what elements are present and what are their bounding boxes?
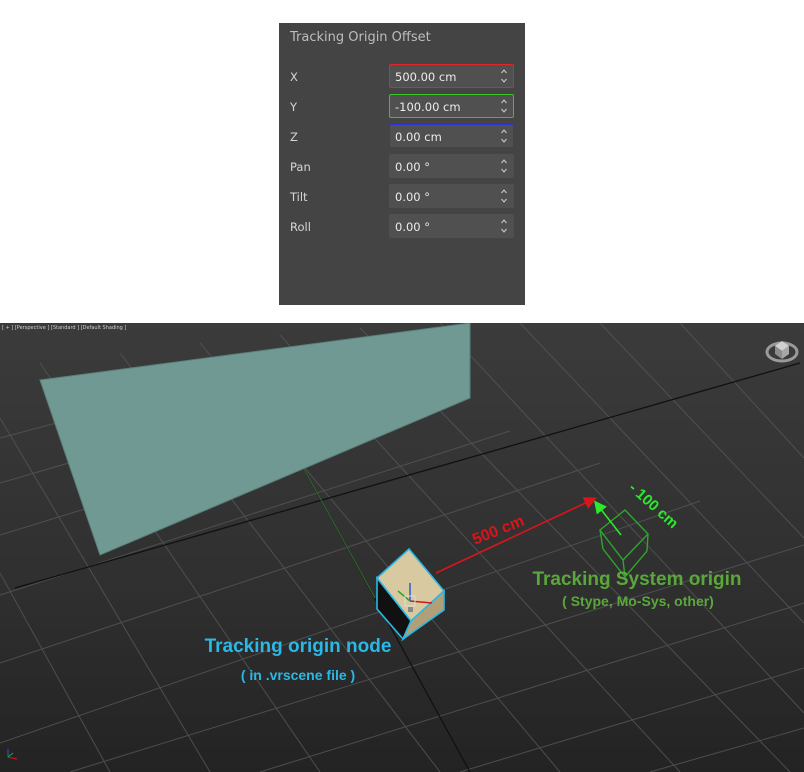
tilt-value[interactable]: 0.00 ° [395, 190, 430, 204]
tracking-origin-offset-panel: Tracking Origin Offset X 500.00 cm Y -10… [279, 23, 525, 305]
prop-label-tilt: Tilt [290, 190, 308, 204]
perspective-viewport[interactable]: 500 cm - 100 cm Tracking System origin (… [0, 323, 804, 772]
viewport-scene: 500 cm - 100 cm Tracking System origin (… [0, 323, 804, 772]
prop-label-y: Y [290, 100, 298, 114]
prop-label-pan: Pan [290, 160, 311, 174]
prop-row-x: X 500.00 cm [279, 62, 525, 92]
x-offset-spinner[interactable]: 500.00 cm [389, 64, 514, 88]
y-offset-value[interactable]: -100.00 cm [395, 100, 461, 114]
prop-row-tilt: Tilt 0.00 ° [279, 182, 525, 212]
prop-label-roll: Roll [290, 220, 311, 234]
z-offset-value[interactable]: 0.00 cm [395, 130, 442, 144]
pan-spinner[interactable]: 0.00 ° [389, 154, 514, 178]
roll-value[interactable]: 0.00 ° [395, 220, 430, 234]
spinner-arrows-icon[interactable] [500, 187, 508, 205]
viewcube-icon [765, 341, 799, 363]
spinner-arrows-icon[interactable] [500, 157, 508, 175]
node-subtitle: ( in .vrscene file ) [241, 667, 355, 683]
prop-row-pan: Pan 0.00 ° [279, 152, 525, 182]
y-offset-spinner[interactable]: -100.00 cm [389, 94, 514, 118]
pan-value[interactable]: 0.00 ° [395, 160, 430, 174]
spinner-arrows-icon[interactable] [500, 127, 508, 145]
system-origin-title: Tracking System origin [532, 569, 741, 590]
tilt-spinner[interactable]: 0.00 ° [389, 184, 514, 208]
prop-row-z: Z 0.00 cm [279, 122, 525, 152]
z-offset-spinner[interactable]: 0.00 cm [389, 124, 514, 148]
spinner-arrows-icon[interactable] [500, 67, 508, 85]
spinner-arrows-icon[interactable] [500, 217, 508, 235]
prop-row-roll: Roll 0.00 ° [279, 212, 525, 242]
axis-tripod-icon [7, 749, 18, 760]
node-title: Tracking origin node [205, 636, 392, 657]
system-origin-subtitle: ( Stype, Mo-Sys, other) [562, 593, 714, 609]
viewport-header-menu[interactable]: [ + ] [Perspective ] [Standard ] [Defaul… [2, 325, 126, 331]
prop-label-z: Z [290, 130, 298, 144]
wall-plane [39, 323, 471, 556]
spinner-arrows-icon[interactable] [500, 97, 508, 115]
prop-row-y: Y -100.00 cm [279, 92, 525, 122]
prop-label-x: X [290, 70, 298, 84]
x-offset-value[interactable]: 500.00 cm [395, 70, 456, 84]
roll-spinner[interactable]: 0.00 ° [389, 214, 514, 238]
grid-axis-green [297, 457, 376, 599]
panel-title: Tracking Origin Offset [290, 30, 431, 45]
